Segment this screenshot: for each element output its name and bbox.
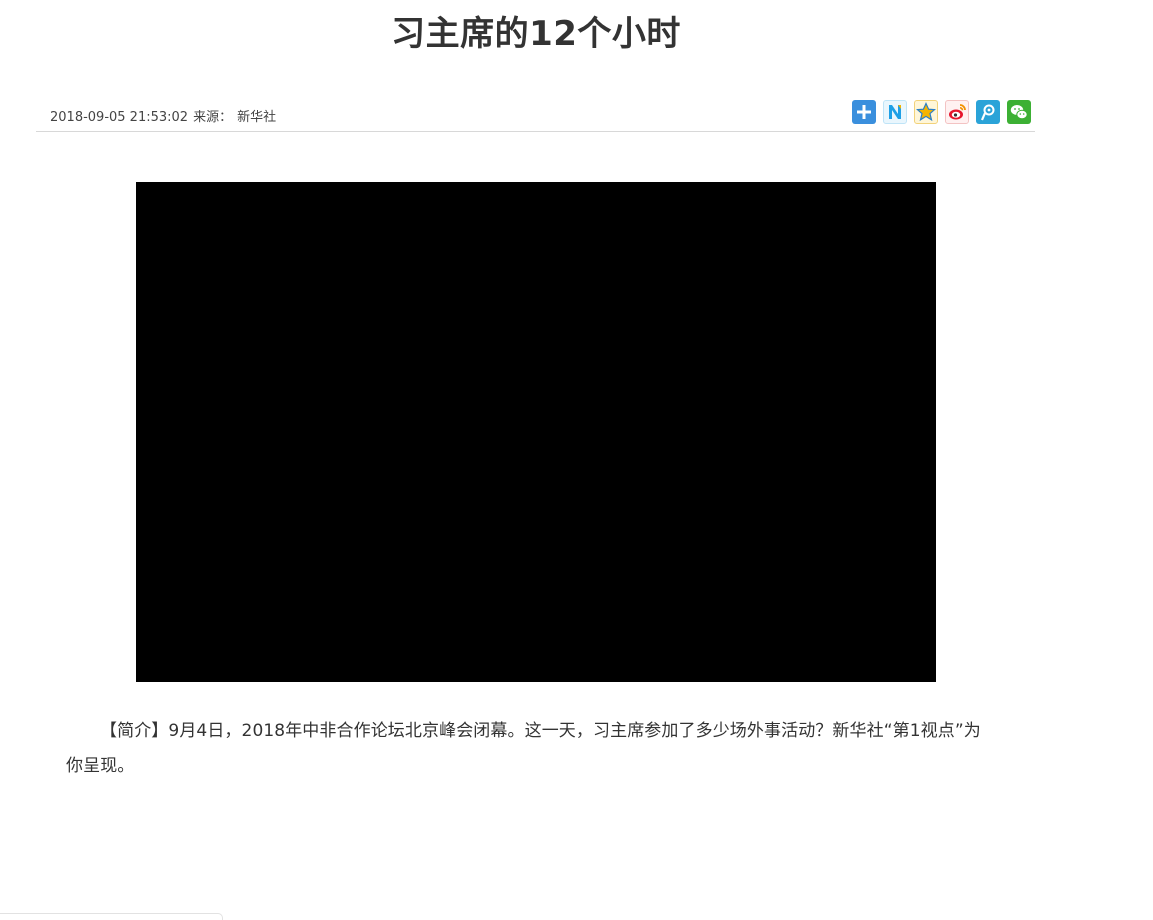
article-meta: 2018-09-05 21:53:02 来源： 新华社 (50, 106, 281, 125)
share-wechat-icon[interactable] (1007, 100, 1031, 124)
source-name: 新华社 (237, 110, 277, 125)
publish-datetime: 2018-09-05 21:53:02 (50, 110, 189, 125)
share-toolbar (852, 100, 1031, 124)
share-tencent-weibo-icon[interactable] (976, 100, 1000, 124)
article-intro: 【简介】9月4日，2018年中非合作论坛北京峰会闭幕。这一天，习主席参加了多少场… (66, 721, 981, 776)
video-player[interactable] (136, 182, 936, 682)
share-weibo-icon[interactable] (945, 100, 969, 124)
share-qzone-icon[interactable] (914, 100, 938, 124)
share-n-icon[interactable] (883, 100, 907, 124)
article-title: 习主席的12个小时 (391, 14, 681, 54)
share-more-icon[interactable] (852, 100, 876, 124)
source-label: 来源： (193, 110, 233, 125)
article-meta-bar: 2018-09-05 21:53:02 来源： 新华社 (36, 96, 1035, 132)
